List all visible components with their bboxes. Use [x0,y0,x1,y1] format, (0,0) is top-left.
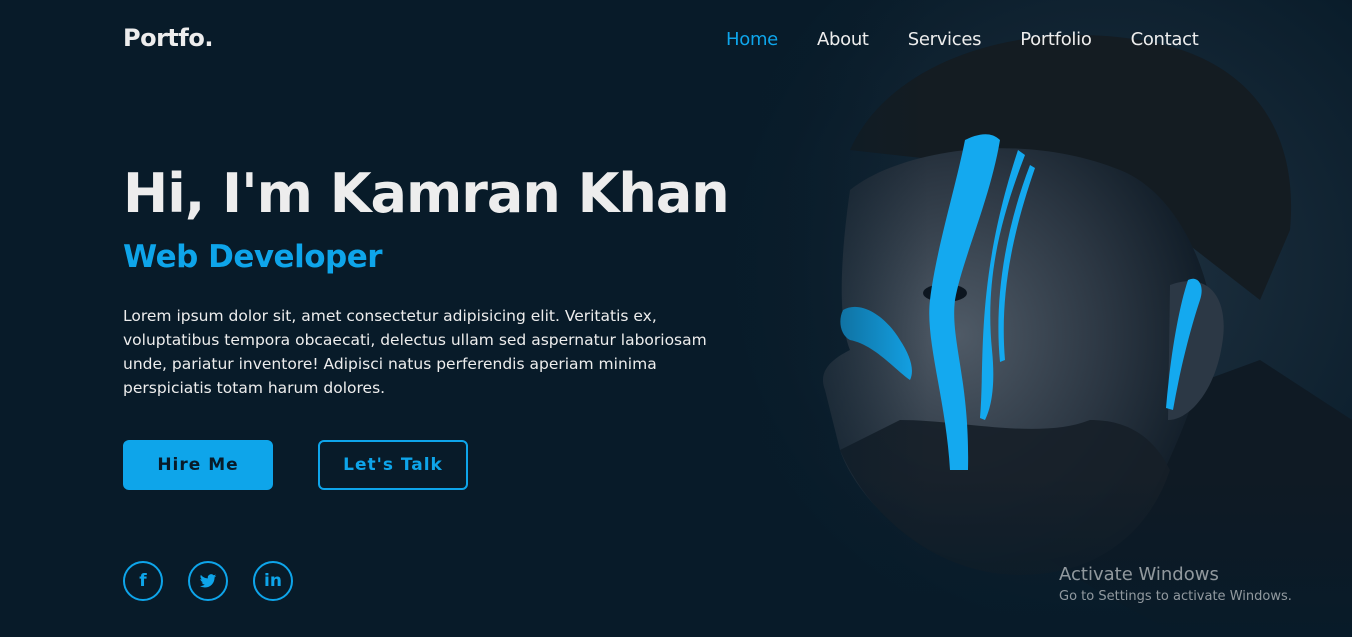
hero-portrait-image [700,0,1352,637]
nav-link-contact[interactable]: Contact [1131,29,1199,50]
nav-link-portfolio[interactable]: Portfolio [1020,29,1092,50]
facebook-link[interactable]: f [123,561,163,601]
linkedin-icon: in [264,571,282,591]
hero-subtitle: Web Developer [123,239,383,275]
windows-activation-watermark: Activate Windows Go to Settings to activ… [1059,564,1292,604]
site-logo[interactable]: Portfo. [123,24,213,52]
nav-link-services[interactable]: Services [908,29,982,50]
watermark-subtitle: Go to Settings to activate Windows. [1059,589,1292,604]
hero-title: Hi, I'm Kamran Khan [123,162,730,225]
hire-me-button[interactable]: Hire Me [123,440,273,490]
facebook-icon: f [139,571,147,591]
nav-link-about[interactable]: About [817,29,869,50]
lets-talk-button[interactable]: Let's Talk [318,440,468,490]
social-links: f in [123,561,318,601]
hero-description: Lorem ipsum dolor sit, amet consectetur … [123,307,707,397]
linkedin-link[interactable]: in [253,561,293,601]
nav-link-home[interactable]: Home [726,29,778,50]
twitter-link[interactable] [188,561,228,601]
watermark-title: Activate Windows [1059,564,1219,585]
site-header: Portfo. Home About Services Portfolio Co… [0,0,1352,80]
main-nav: Home About Services Portfolio Contact [726,29,1238,50]
portfolio-page: Portfo. Home About Services Portfolio Co… [0,0,1352,637]
twitter-icon [199,574,217,588]
